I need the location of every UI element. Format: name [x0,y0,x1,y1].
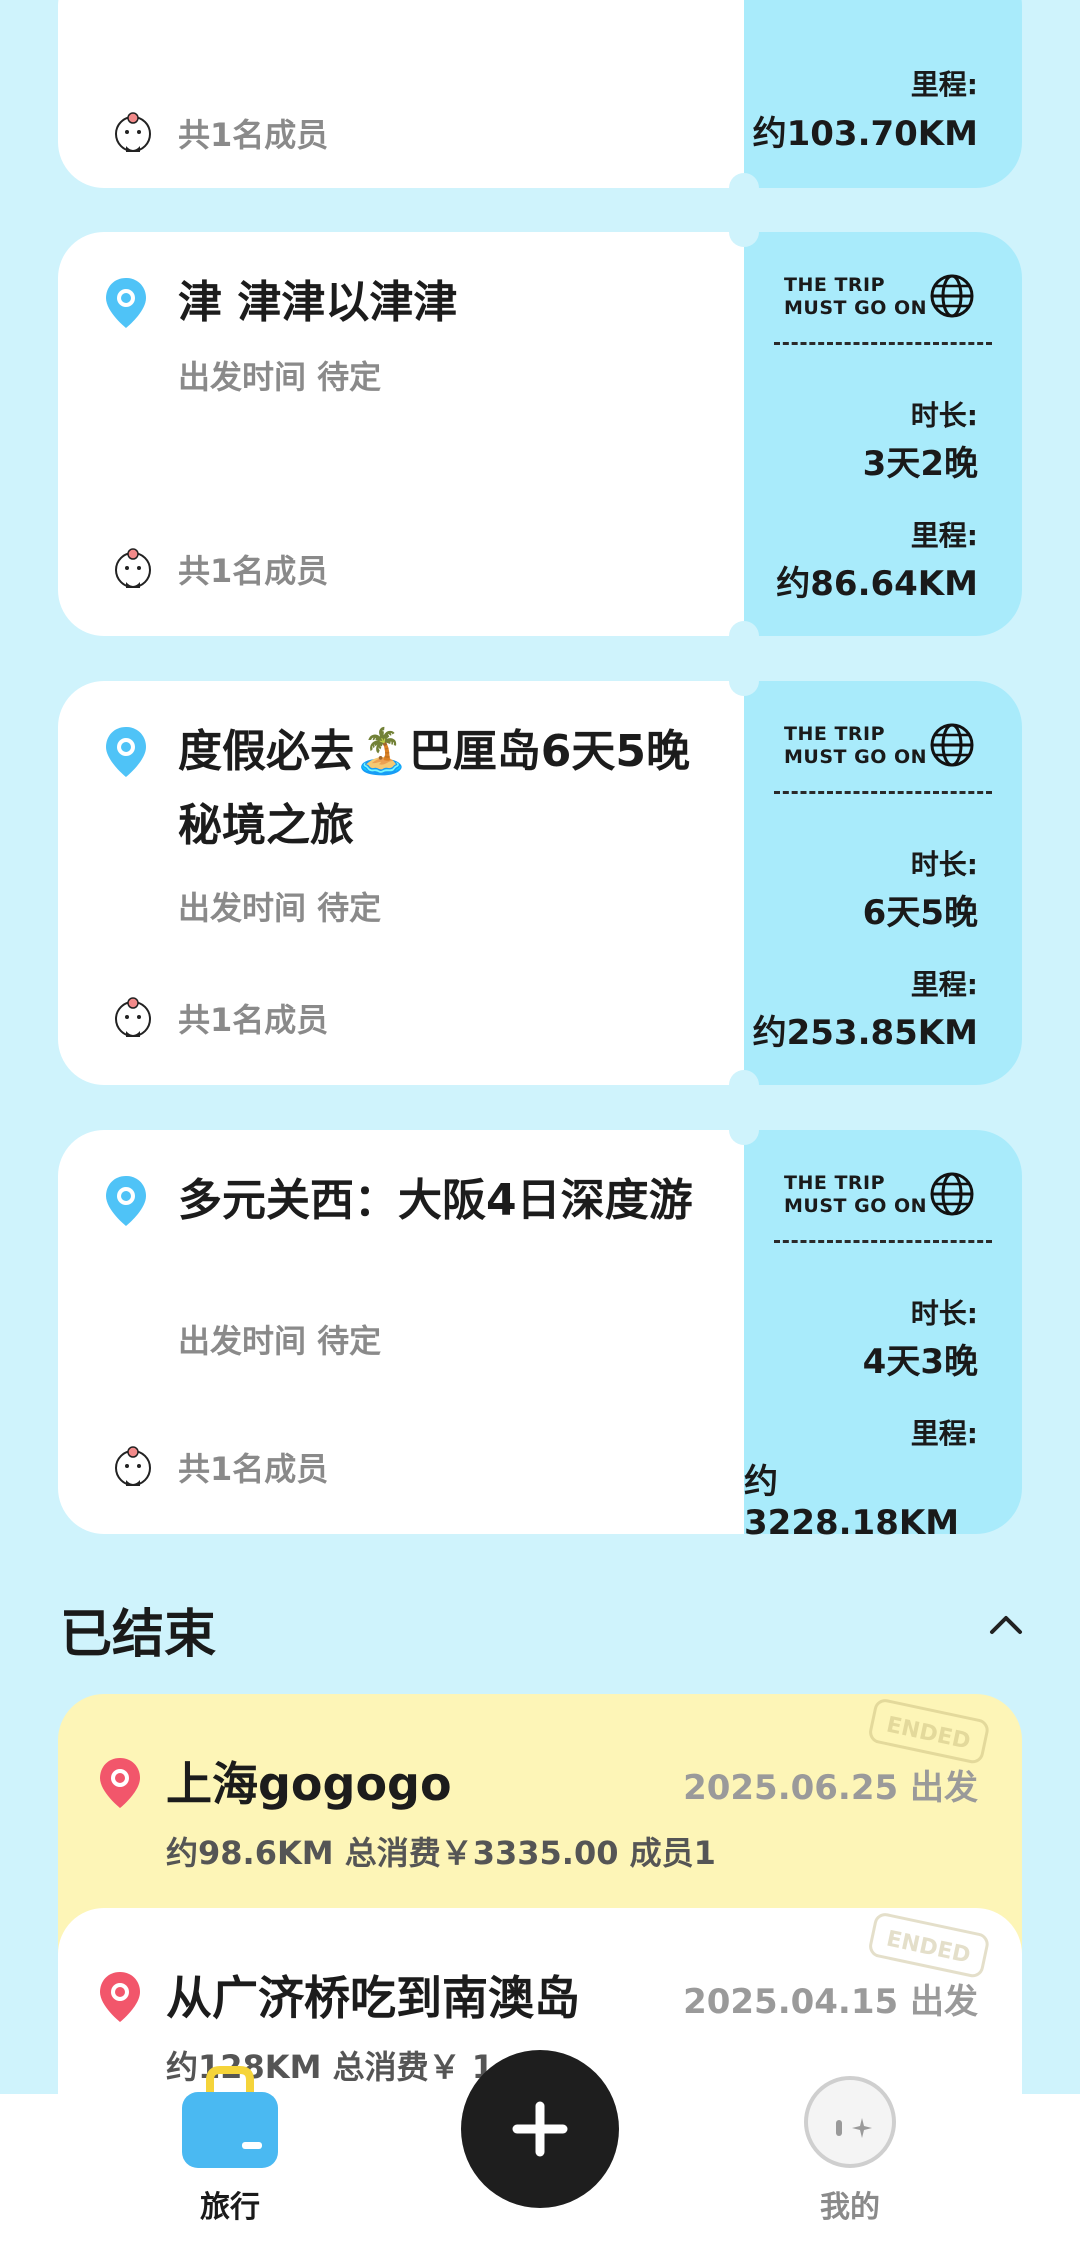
trip-card-main: 多元关西：大阪4日深度游 出发时间 待定 共1名成员 [58,1130,744,1534]
member-row: 共1名成员 [110,1444,328,1490]
ticket-notch [729,666,759,696]
brand-line-2: MUST GO ON [784,297,928,319]
distance-value: 约103.70KM [752,114,978,154]
member-count: 共1名成员 [178,116,329,154]
trip-card-main: 度假必去🏝️巴厘岛6天5晚秘境之旅 出发时间 待定 共1名成员 [58,681,744,1085]
trip-card-stub: 里程: 约103.70KM [744,0,1022,188]
trip-title: 度假必去🏝️巴厘岛6天5晚秘境之旅 [178,726,691,851]
globe-icon [930,274,974,318]
avatar-icon [115,1446,151,1486]
member-count: 共1名成员 [178,1001,329,1039]
duration-value: 4天3晚 [862,1342,978,1382]
trip-title: 多元关西：大阪4日深度游 [178,1175,693,1226]
plus-icon [512,2101,568,2157]
stamp-text: ENDED [884,1927,972,1969]
trip-card[interactable]: 度假必去🏝️巴厘岛6天5晚秘境之旅 出发时间 待定 共1名成员 THE TRIP… [58,666,1022,1100]
ended-trip-meta: 约98.6KM 总消费￥3335.00 成员1 [166,1834,716,1872]
trip-card-stub: THE TRIP MUST GO ON 时长: 4天3晚 里程: 约3228.18… [744,1130,1022,1543]
distance-value: 约86.64KM [776,564,978,604]
ended-trip-date: 2025.06.25 出发 [683,1768,978,1808]
distance-label: 里程: [910,68,978,101]
avatar-icon [115,112,151,152]
ended-trip-title: 从广济桥吃到南澳岛 [166,1971,580,2025]
brand-line-1: THE TRIP [784,1172,886,1194]
globe-icon [930,723,974,767]
stamp-text: ENDED [884,1713,972,1755]
duration-label: 时长: [910,1297,978,1330]
member-row: 共1名成员 [110,110,328,156]
dashed-divider [774,791,992,794]
distance-label: 里程: [910,519,978,552]
member-row: 共1名成员 [110,546,328,592]
profile-face-icon [804,2076,896,2168]
ticket-notch [729,1115,759,1145]
distance-label: 里程: [910,968,978,1001]
distance-label: 里程: [910,1417,978,1450]
trip-title: 津 津津以津津 [178,277,458,328]
globe-icon [930,1172,974,1216]
location-pin-icon [106,278,146,328]
trip-card[interactable]: 共1名成员 里程: 约103.70KM [58,0,1022,203]
trip-card-main: 共1名成员 [58,0,744,188]
depart-time: 出发时间 待定 [178,358,382,396]
brand-slogan: THE TRIP MUST GO ON [784,1172,927,1218]
ticket-notch [729,621,759,651]
duration-value: 6天5晚 [862,893,978,933]
brand-slogan: THE TRIP MUST GO ON [784,274,927,320]
location-pin-icon [106,727,146,777]
dashed-divider [774,1240,992,1243]
suitcase-icon [182,2066,278,2168]
brand-line-2: MUST GO ON [784,1195,928,1217]
add-trip-button[interactable] [461,2050,619,2208]
nav-label-mine: 我的 [820,2190,880,2225]
member-count: 共1名成员 [178,552,329,590]
depart-time: 出发时间 待定 [178,1322,382,1360]
duration-label: 时长: [910,399,978,432]
ticket-notch [729,173,759,203]
location-pin-icon [106,1176,146,1226]
trip-card-stub: THE TRIP MUST GO ON 时长: 6天5晚 里程: 约253.85K… [744,681,1022,1085]
section-title-ended: 已结束 [60,1605,217,1665]
member-row: 共1名成员 [110,995,328,1041]
distance-value: 约3228.18KM [744,1462,960,1543]
ended-trip-date: 2025.04.15 出发 [683,1982,978,2022]
avatar-icon [115,997,151,1037]
member-count: 共1名成员 [178,1450,329,1488]
brand-line-1: THE TRIP [784,723,886,745]
trip-card-main: 津 津津以津津 出发时间 待定 共1名成员 [58,232,744,636]
duration-label: 时长: [910,848,978,881]
location-pin-icon [100,1758,140,1808]
distance-value: 约253.85KM [752,1013,978,1053]
ticket-notch [729,1070,759,1100]
dashed-divider [774,342,992,345]
nav-tab-mine[interactable]: 我的 [750,2076,950,2246]
brand-line-1: THE TRIP [784,274,886,296]
chevron-up-icon[interactable] [986,1610,1026,1640]
brand-line-2: MUST GO ON [784,746,928,768]
duration-value: 3天2晚 [862,444,978,484]
depart-time: 出发时间 待定 [178,889,382,927]
avatar-icon [115,548,151,588]
trip-card-stub: THE TRIP MUST GO ON 时长: 3天2晚 里程: 约86.64KM [744,232,1022,636]
nav-label-travel: 旅行 [200,2190,260,2225]
nav-tab-travel[interactable]: 旅行 [130,2066,330,2246]
ticket-notch [729,217,759,247]
location-pin-icon [100,1972,140,2022]
trip-card[interactable]: 多元关西：大阪4日深度游 出发时间 待定 共1名成员 THE TRIP MUST … [58,1115,1022,1543]
brand-slogan: THE TRIP MUST GO ON [784,723,927,769]
ended-trip-title: 上海gogogo [166,1757,452,1811]
trip-card[interactable]: 津 津津以津津 出发时间 待定 共1名成员 THE TRIP MUST GO ON… [58,217,1022,651]
